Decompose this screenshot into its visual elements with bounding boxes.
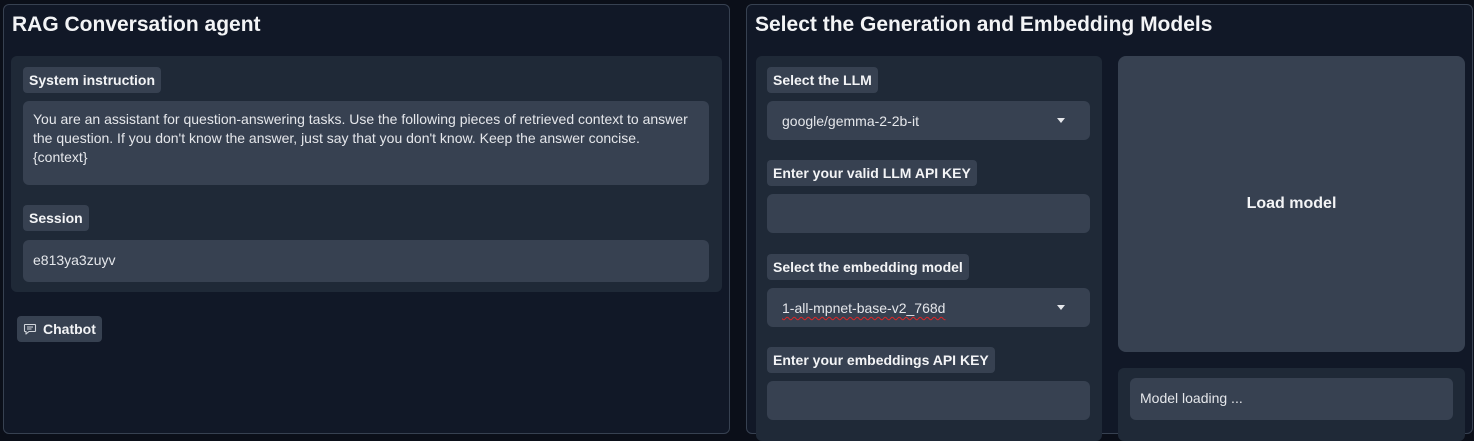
embedding-dropdown[interactable]: 1-all-mpnet-base-v2_768d: [767, 288, 1090, 327]
chatbot-label-text: Chatbot: [43, 321, 96, 337]
system-instruction-textarea[interactable]: You are an assistant for question-answer…: [23, 101, 709, 185]
llm-dropdown-value: google/gemma-2-2b-it: [782, 113, 919, 129]
chevron-down-icon: [1057, 118, 1065, 123]
system-instruction-text: You are an assistant for question-answer…: [33, 111, 688, 165]
panel-title: Select the Generation and Embedding Mode…: [755, 13, 1213, 36]
model-settings-block: Select the LLM google/gemma-2-2b-it Ente…: [756, 56, 1102, 441]
session-label: Session: [23, 205, 89, 231]
llm-api-key-input[interactable]: [767, 194, 1090, 233]
panel-title: RAG Conversation agent: [12, 13, 261, 36]
status-block: Model loading ...: [1118, 368, 1465, 441]
chatbot-label: Chatbot: [17, 316, 102, 342]
chat-icon: [23, 323, 37, 335]
settings-block: System instruction You are an assistant …: [11, 56, 722, 292]
rag-conversation-panel: RAG Conversation agent System instructio…: [3, 4, 730, 434]
embedding-api-key-input[interactable]: [767, 381, 1090, 420]
model-selection-panel: Select the Generation and Embedding Mode…: [746, 4, 1473, 441]
session-value: e813ya3zuyv: [33, 252, 116, 268]
load-model-button[interactable]: Load model: [1118, 56, 1465, 352]
session-input[interactable]: e813ya3zuyv: [23, 240, 709, 282]
embedding-select-label: Select the embedding model: [767, 254, 969, 280]
chevron-down-icon: [1057, 305, 1065, 310]
embedding-dropdown-value: 1-all-mpnet-base-v2_768d: [782, 300, 946, 316]
embedding-api-key-label: Enter your embeddings API KEY: [767, 347, 995, 373]
llm-select-label: Select the LLM: [767, 67, 878, 93]
system-instruction-label: System instruction: [23, 67, 162, 93]
status-text: Model loading ...: [1140, 390, 1243, 406]
llm-api-key-label: Enter your valid LLM API KEY: [767, 160, 977, 186]
status-output: Model loading ...: [1130, 378, 1453, 420]
llm-dropdown[interactable]: google/gemma-2-2b-it: [767, 101, 1090, 140]
